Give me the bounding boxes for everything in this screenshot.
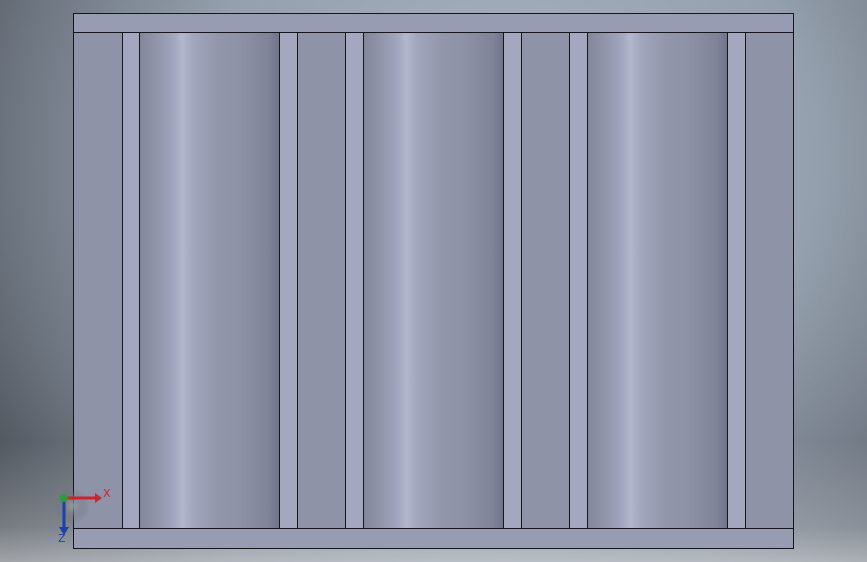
curved-panel-3[interactable] <box>588 33 728 530</box>
bottom-rail-face[interactable] <box>74 528 793 548</box>
x-axis-label: X <box>103 487 111 500</box>
curved-panel-2[interactable] <box>364 33 504 530</box>
z-axis-label: Z <box>58 532 66 545</box>
flat-face-1[interactable] <box>298 33 345 530</box>
left-end-face[interactable] <box>74 33 122 530</box>
divider-strip-4[interactable] <box>503 33 522 530</box>
right-end-face[interactable] <box>746 33 793 530</box>
graphics-viewport[interactable]: X Z <box>0 0 867 562</box>
divider-strip-3[interactable] <box>345 33 364 530</box>
divider-strip-2[interactable] <box>279 33 298 530</box>
divider-strip-6[interactable] <box>727 33 746 530</box>
part-model-front-view[interactable] <box>73 13 794 549</box>
divider-strip-1[interactable] <box>122 33 140 530</box>
flat-face-2[interactable] <box>522 33 569 530</box>
curved-panel-1[interactable] <box>140 33 280 530</box>
top-rail-face[interactable] <box>74 14 793 33</box>
xyz-coordinate-triad-icon: X Z <box>50 482 120 548</box>
divider-strip-5[interactable] <box>569 33 588 530</box>
